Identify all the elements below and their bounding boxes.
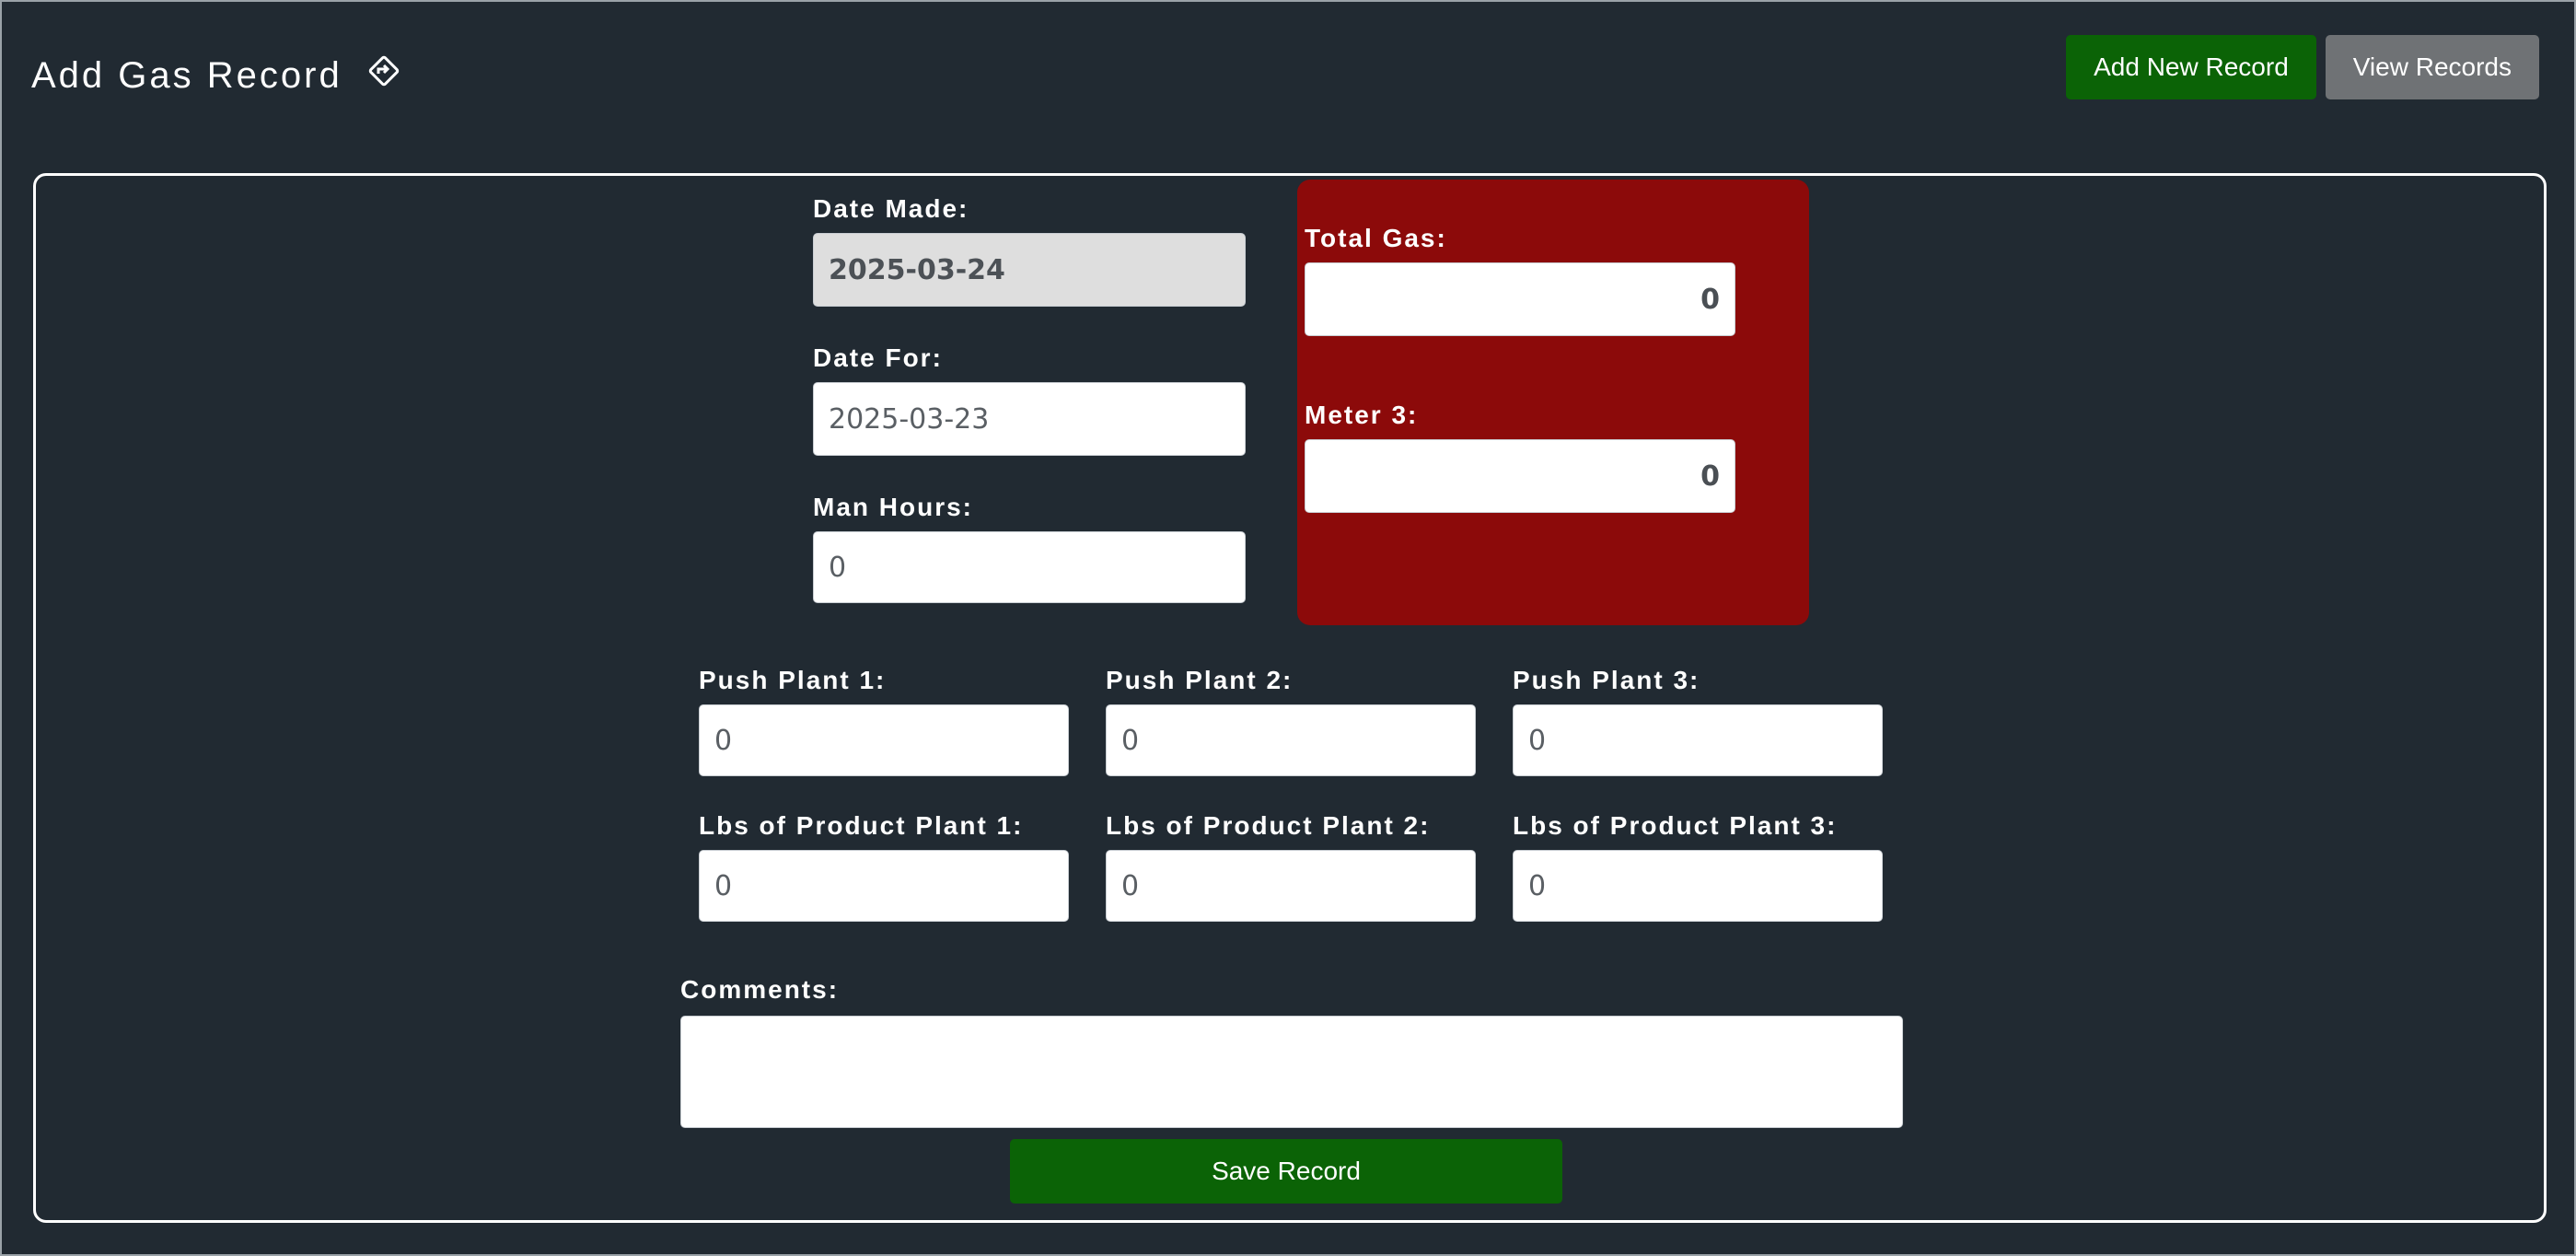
push-plant-2-label: Push Plant 2: bbox=[1106, 666, 1294, 694]
lbs-plant-3-label: Lbs of Product Plant 3: bbox=[1513, 811, 1838, 840]
date-for-input[interactable]: 2025-03-23 bbox=[813, 382, 1246, 456]
lbs-plant-1-label: Lbs of Product Plant 1: bbox=[699, 811, 1024, 840]
date-made-input: 2025-03-24 bbox=[813, 233, 1246, 307]
meter-3-label: Meter 3: bbox=[1305, 401, 1419, 429]
push-plant-1-label: Push Plant 1: bbox=[699, 666, 887, 694]
push-plant-3-input[interactable]: 0 bbox=[1513, 704, 1883, 776]
page-title: Add Gas Record bbox=[31, 55, 342, 96]
header-actions: Add New Record View Records bbox=[2066, 35, 2539, 99]
push-plant-1-input[interactable]: 0 bbox=[699, 704, 1069, 776]
comments-label: Comments: bbox=[680, 975, 840, 1004]
lbs-plant-1-input[interactable]: 0 bbox=[699, 850, 1069, 922]
add-new-record-button[interactable]: Add New Record bbox=[2066, 35, 2316, 99]
route-directions-icon bbox=[366, 53, 401, 88]
lbs-plant-2-input[interactable]: 0 bbox=[1106, 850, 1476, 922]
page-header: Add Gas Record bbox=[31, 55, 401, 97]
push-plant-2-input[interactable]: 0 bbox=[1106, 704, 1476, 776]
date-for-label: Date For: bbox=[813, 343, 943, 372]
gas-record-form: Date Made: 2025-03-24 Date For: 2025-03-… bbox=[33, 173, 2547, 1223]
lbs-plant-2-label: Lbs of Product Plant 2: bbox=[1106, 811, 1431, 840]
push-plant-3-label: Push Plant 3: bbox=[1513, 666, 1700, 694]
view-records-button[interactable]: View Records bbox=[2325, 35, 2539, 99]
lbs-plant-3-input[interactable]: 0 bbox=[1513, 850, 1883, 922]
total-gas-input[interactable]: 0 bbox=[1305, 262, 1735, 336]
man-hours-input[interactable]: 0 bbox=[813, 531, 1246, 603]
date-made-label: Date Made: bbox=[813, 194, 969, 223]
man-hours-label: Man Hours: bbox=[813, 493, 973, 521]
save-record-button[interactable]: Save Record bbox=[1010, 1139, 1562, 1204]
meter-3-input[interactable]: 0 bbox=[1305, 439, 1735, 513]
total-gas-label: Total Gas: bbox=[1305, 224, 1447, 252]
comments-textarea[interactable] bbox=[680, 1016, 1903, 1128]
app-page: Add Gas Record Add New Record View Recor… bbox=[0, 0, 2576, 1256]
